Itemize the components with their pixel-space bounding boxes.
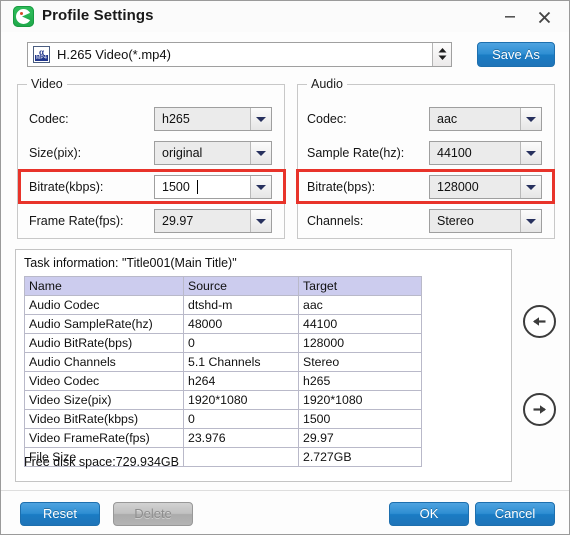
chevron-down-icon[interactable] — [250, 210, 271, 232]
table-row[interactable]: Audio Codec dtshd-m aac — [24, 295, 422, 315]
free-disk-space-label: Free disk space:729.934GB — [24, 455, 179, 469]
arrow-right-circle-icon — [523, 393, 556, 426]
video-group-legend: Video — [27, 77, 67, 91]
task-information-panel: Task information: "Title001(Main Title)"… — [15, 249, 512, 482]
column-header-name: Name — [24, 276, 184, 296]
chevron-down-icon[interactable] — [250, 108, 271, 130]
audio-bitrate-combobox[interactable]: 128000 — [429, 175, 542, 199]
video-codec-combobox[interactable]: h265 — [154, 107, 272, 131]
close-button[interactable] — [531, 6, 557, 28]
audio-group-legend: Audio — [307, 77, 347, 91]
table-cell: h265 — [298, 371, 422, 391]
previous-task-button[interactable] — [522, 304, 557, 339]
minimize-icon — [505, 16, 515, 18]
video-size-combobox[interactable]: original — [154, 141, 272, 165]
table-row[interactable]: Audio BitRate(bps) 0 128000 — [24, 333, 422, 353]
audio-codec-label: Codec: — [307, 112, 347, 126]
table-cell: Stereo — [298, 352, 422, 372]
table-cell: Video BitRate(kbps) — [24, 409, 184, 429]
video-framerate-label: Frame Rate(fps): — [29, 214, 124, 228]
cancel-button[interactable]: Cancel — [475, 502, 555, 526]
table-cell: Audio SampleRate(hz) — [24, 314, 184, 334]
table-cell: aac — [298, 295, 422, 315]
video-size-value: original — [162, 146, 203, 160]
table-cell — [183, 447, 299, 467]
chevron-down-icon[interactable] — [520, 176, 541, 198]
chevron-down-icon[interactable] — [250, 142, 271, 164]
table-row[interactable]: Video Codec h264 h265 — [24, 371, 422, 391]
table-cell: 1500 — [298, 409, 422, 429]
table-cell: 48000 — [183, 314, 299, 334]
spinner-up-down-icon[interactable] — [432, 43, 451, 66]
table-cell: dtshd-m — [183, 295, 299, 315]
table-cell: Audio BitRate(bps) — [24, 333, 184, 353]
window-title: Profile Settings — [42, 7, 154, 24]
audio-samplerate-combobox[interactable]: 44100 — [429, 141, 542, 165]
video-bitrate-value[interactable]: 1500 — [162, 176, 247, 198]
table-cell: 0 — [183, 409, 299, 429]
close-icon — [538, 11, 550, 24]
table-cell: 0 — [183, 333, 299, 353]
arrow-left-circle-icon — [523, 305, 556, 338]
audio-samplerate-value: 44100 — [437, 146, 472, 160]
table-cell: Audio Channels — [24, 352, 184, 372]
chevron-down-icon[interactable] — [520, 108, 541, 130]
table-cell: 1920*1080 — [298, 390, 422, 410]
task-information-table: Name Source Target Audio Codec dtshd-m aac… — [24, 276, 422, 467]
table-row[interactable]: Audio Channels 5.1 Channels Stereo — [24, 352, 422, 372]
table-cell: Video FrameRate(fps) — [24, 428, 184, 448]
table-cell: Video Size(pix) — [24, 390, 184, 410]
mp4-format-icon: α MP4 — [33, 46, 50, 63]
audio-codec-combobox[interactable]: aac — [429, 107, 542, 131]
video-framerate-value: 29.97 — [162, 214, 194, 228]
table-cell: Video Codec — [24, 371, 184, 391]
profile-format-value: H.265 Video(*.mp4) — [57, 47, 171, 62]
delete-button: Delete — [113, 502, 193, 526]
table-cell: 5.1 Channels — [183, 352, 299, 372]
table-header-row: Name Source Target — [24, 276, 422, 296]
video-size-label: Size(pix): — [29, 146, 82, 160]
reset-button[interactable]: Reset — [20, 502, 100, 526]
table-cell: 128000 — [298, 333, 422, 353]
video-bitrate-label: Bitrate(kbps): — [29, 180, 104, 194]
profile-format-combobox[interactable]: α MP4 H.265 Video(*.mp4) — [27, 42, 452, 67]
video-bitrate-combobox[interactable]: 1500 — [154, 175, 272, 199]
table-row[interactable]: Video BitRate(kbps) 0 1500 — [24, 409, 422, 429]
table-cell: Audio Codec — [24, 295, 184, 315]
table-row[interactable]: Video FrameRate(fps) 23.976 29.97 — [24, 428, 422, 448]
minimize-button[interactable] — [497, 6, 523, 28]
chevron-down-icon[interactable] — [520, 142, 541, 164]
audio-bitrate-value: 128000 — [437, 180, 479, 194]
audio-channels-label: Channels: — [307, 214, 364, 228]
ok-button[interactable]: OK — [389, 502, 469, 526]
table-cell: 1920*1080 — [183, 390, 299, 410]
audio-codec-value: aac — [437, 112, 458, 126]
table-cell: 29.97 — [298, 428, 422, 448]
table-cell: 23.976 — [183, 428, 299, 448]
video-codec-label: Codec: — [29, 112, 69, 126]
audio-channels-value: Stereo — [437, 214, 474, 228]
task-information-title: Task information: "Title001(Main Title)" — [24, 256, 237, 270]
chevron-down-icon[interactable] — [520, 210, 541, 232]
table-row[interactable]: Video Size(pix) 1920*1080 1920*1080 — [24, 390, 422, 410]
column-header-target: Target — [298, 276, 422, 296]
audio-channels-combobox[interactable]: Stereo — [429, 209, 542, 233]
next-task-button[interactable] — [522, 392, 557, 427]
footer-divider — [1, 490, 569, 491]
app-logo-icon — [13, 6, 34, 27]
chevron-down-icon[interactable] — [250, 176, 271, 198]
video-codec-value: h265 — [162, 112, 190, 126]
table-cell: 44100 — [298, 314, 422, 334]
profile-settings-dialog: Profile Settings α MP4 H.265 Video(*.mp4… — [0, 0, 570, 535]
table-row[interactable]: Audio SampleRate(hz) 48000 44100 — [24, 314, 422, 334]
save-as-button[interactable]: Save As — [477, 42, 555, 67]
title-bar: Profile Settings — [1, 1, 569, 32]
audio-bitrate-label: Bitrate(bps): — [307, 180, 376, 194]
column-header-source: Source — [183, 276, 299, 296]
table-cell: 2.727GB — [298, 447, 422, 467]
audio-samplerate-label: Sample Rate(hz): — [307, 146, 405, 160]
table-cell: h264 — [183, 371, 299, 391]
video-framerate-combobox[interactable]: 29.97 — [154, 209, 272, 233]
text-caret — [197, 180, 198, 194]
